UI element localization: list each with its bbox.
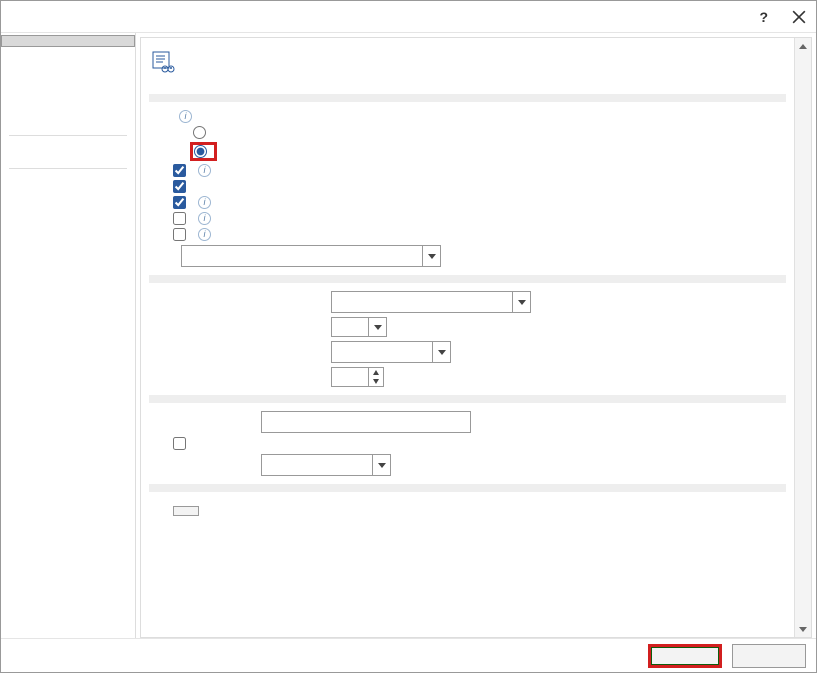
checkbox-mini-toolbar[interactable]	[173, 164, 186, 177]
show-quick-row[interactable]	[173, 180, 786, 193]
cancel-button[interactable]	[732, 644, 806, 668]
sidebar-item-general[interactable]	[1, 35, 135, 47]
spinner-down-icon[interactable]	[369, 377, 383, 386]
scroll-down-icon[interactable]	[795, 620, 811, 637]
info-icon[interactable]	[179, 110, 192, 123]
chevron-down-icon	[432, 342, 450, 362]
options-icon	[151, 50, 175, 74]
highlight-box-compatibility	[190, 142, 217, 161]
titlebar: ?	[1, 1, 816, 33]
radio-compatibility[interactable]	[194, 145, 207, 158]
screentip-select[interactable]	[181, 245, 441, 267]
default-view-select[interactable]	[331, 341, 451, 363]
font-size-select[interactable]	[331, 317, 387, 337]
scroll-up-icon[interactable]	[795, 38, 811, 55]
scrollbar[interactable]	[794, 38, 811, 637]
chevron-down-icon	[368, 318, 386, 336]
section-personalize	[149, 395, 786, 403]
office-theme-select[interactable]	[261, 454, 391, 476]
close-icon	[792, 10, 806, 24]
checkbox-collapse-search[interactable]	[173, 228, 186, 241]
sidebar-item-trust-center[interactable]	[1, 185, 135, 197]
checkbox-quick-analysis[interactable]	[173, 180, 186, 193]
radio-best-row[interactable]	[193, 126, 786, 139]
show-mini-row[interactable]	[173, 164, 786, 177]
sheets-count-spinner[interactable]	[331, 367, 384, 387]
main-wrap	[140, 37, 812, 638]
ui-options-group	[149, 110, 786, 267]
newwb-group	[149, 291, 786, 387]
spinner-buttons[interactable]	[368, 368, 383, 386]
collapse-ribbon-row[interactable]	[173, 212, 786, 225]
footer	[1, 638, 816, 672]
sidebar-item-customize-ribbon[interactable]	[1, 140, 135, 152]
info-icon[interactable]	[198, 212, 211, 225]
radio-best-appearance[interactable]	[193, 126, 206, 139]
personalize-group	[149, 411, 786, 476]
collapse-search-row[interactable]	[173, 228, 786, 241]
intro-row	[149, 44, 786, 86]
sidebar-separator	[9, 135, 127, 136]
sidebar-item-data[interactable]	[1, 59, 135, 71]
sidebar-item-proofing[interactable]	[1, 71, 135, 83]
section-privacy	[149, 484, 786, 492]
user-name-input[interactable]	[261, 411, 471, 433]
section-ui	[149, 94, 786, 102]
multi-displays-label-row	[173, 110, 786, 123]
sidebar-separator	[9, 168, 127, 169]
checkbox-live-preview[interactable]	[173, 196, 186, 209]
live-preview-row[interactable]	[173, 196, 786, 209]
info-icon[interactable]	[198, 164, 211, 177]
radio-compat-row[interactable]	[193, 142, 786, 161]
chevron-down-icon	[422, 246, 440, 266]
ok-button[interactable]	[648, 644, 722, 668]
ok-button-label	[651, 647, 719, 665]
main-panel	[141, 38, 794, 637]
excel-options-window: ?	[0, 0, 817, 673]
sidebar-item-formulas[interactable]	[1, 47, 135, 59]
close-button[interactable]	[792, 10, 806, 24]
sidebar-item-advanced[interactable]	[1, 119, 135, 131]
checkbox-collapse-ribbon[interactable]	[173, 212, 186, 225]
chevron-down-icon	[372, 455, 390, 475]
sidebar-item-add-ins[interactable]	[1, 173, 135, 185]
chevron-down-icon	[512, 292, 530, 312]
info-icon[interactable]	[198, 196, 211, 209]
sidebar-item-save[interactable]	[1, 83, 135, 95]
body	[1, 33, 816, 638]
checkbox-always-use-values[interactable]	[173, 437, 186, 450]
info-icon[interactable]	[198, 228, 211, 241]
section-newwb	[149, 275, 786, 283]
screentip-row	[173, 245, 786, 267]
spinner-up-icon[interactable]	[369, 368, 383, 377]
sidebar-item-quick-access-toolbar[interactable]	[1, 152, 135, 164]
sidebar-item-language[interactable]	[1, 95, 135, 107]
sidebar-item-ease-of-access[interactable]	[1, 107, 135, 119]
privacy-settings-button[interactable]	[173, 506, 199, 516]
always-use-row[interactable]	[173, 437, 786, 450]
default-font-select[interactable]	[331, 291, 531, 313]
sidebar	[1, 33, 136, 638]
help-button[interactable]: ?	[759, 9, 768, 25]
privacy-group	[149, 500, 786, 516]
